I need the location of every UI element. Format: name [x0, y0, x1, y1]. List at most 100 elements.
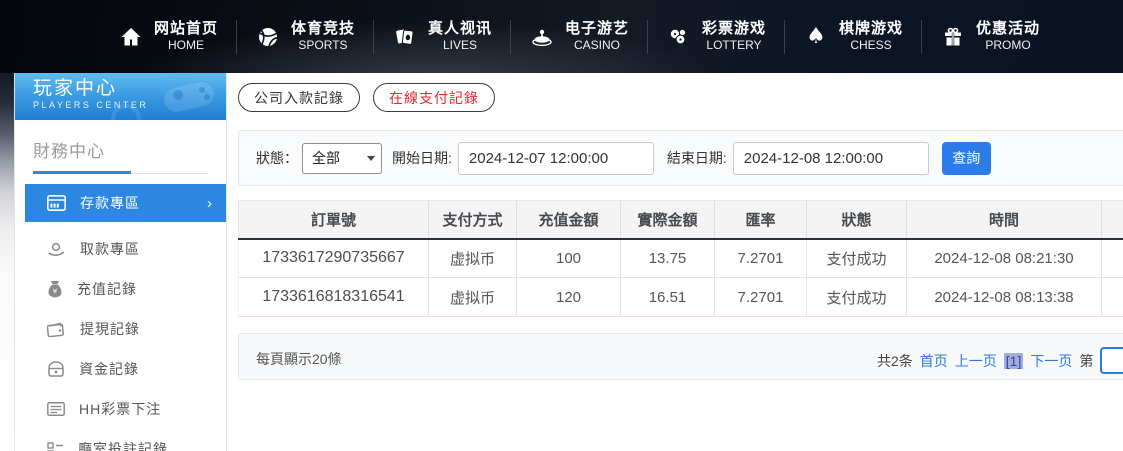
- start-date-label: 開始日期:: [392, 148, 452, 168]
- cell-exchange-rate: 7.2701: [715, 239, 807, 278]
- col-recharge-amount: 充值金額: [517, 201, 621, 239]
- cell-time: 2024-12-08 08:21:30: [907, 239, 1102, 278]
- nav-label-en: LOTTERY: [706, 38, 761, 53]
- status-select[interactable]: 全部: [302, 143, 382, 174]
- end-date-input[interactable]: [733, 142, 929, 175]
- goto-page-input[interactable]: [1100, 347, 1123, 374]
- tab-company-deposit-records[interactable]: 公司入款記錄: [238, 83, 360, 112]
- sports-ball-icon: [255, 24, 281, 50]
- search-button[interactable]: 查詢: [942, 142, 991, 175]
- nav-label-en: PROMO: [985, 38, 1030, 53]
- playing-cards-icon: [392, 24, 418, 50]
- current-page-link[interactable]: [1]: [1004, 353, 1024, 369]
- nav-item-sports[interactable]: 体育竞技SPORTS: [237, 0, 373, 73]
- status-label: 狀態：: [256, 148, 298, 168]
- goto-page-label: 第: [1079, 351, 1093, 371]
- sidebar-item-withdraw[interactable]: 取款專區: [15, 229, 226, 269]
- col-order-number: 訂單號: [239, 201, 429, 239]
- records-table-wrap: 訂單號 支付方式 充值金額 實際金額 匯率 狀態 時間 173361729073…: [238, 200, 1123, 317]
- pager: 共2条 首页 上一页 [1] 下一页 第: [877, 347, 1123, 374]
- page-size-text: 每頁顯示20條: [256, 349, 342, 369]
- cell-extra: [1102, 239, 1123, 278]
- sidebar-item-label: 提現記錄: [80, 319, 140, 339]
- sidebar-item-deposit[interactable]: 存款專區 ›: [25, 184, 226, 222]
- nav-item-lives[interactable]: 真人视讯LIVES: [374, 0, 510, 73]
- nav-divider: [236, 20, 237, 54]
- page: 网站首页HOME 体育竞技SPORTS 真人视讯LIVES 电子游艺CASINO: [0, 0, 1123, 451]
- cell-recharge-amount: 120: [517, 278, 621, 317]
- nav-divider: [647, 20, 648, 54]
- nav-label-zh: 优惠活动: [976, 20, 1040, 39]
- pagination-bar: 每頁顯示20條 共2条 首页 上一页 [1] 下一页 第: [238, 333, 1123, 380]
- cell-recharge-amount: 100: [517, 239, 621, 278]
- roulette-icon: [529, 24, 555, 50]
- record-tabs: 公司入款記錄 在線支付記錄: [238, 83, 495, 112]
- tab-online-payment-records[interactable]: 在線支付記錄: [373, 83, 495, 112]
- finance-section-title: 財務中心: [15, 120, 226, 162]
- total-count-text: 共2条: [877, 351, 913, 371]
- cell-exchange-rate: 7.2701: [715, 278, 807, 317]
- cell-extra: [1102, 278, 1123, 317]
- col-status: 狀態: [807, 201, 907, 239]
- section-divider: [33, 171, 208, 174]
- table-row: 1733617290735667 虚拟币 100 13.75 7.2701 支付…: [239, 239, 1123, 278]
- gamepad-icon: [158, 77, 220, 120]
- nav-label-en: HOME: [168, 38, 204, 53]
- sidebar-item-label: 資金記錄: [79, 359, 139, 379]
- col-time: 時間: [907, 201, 1102, 239]
- nav-divider: [921, 20, 922, 54]
- purse-icon: [47, 361, 65, 377]
- nav-divider: [784, 20, 785, 54]
- sidebar-header: 玩家中心 PLAYERS CENTER: [15, 73, 226, 120]
- cell-payment-method: 虚拟币: [429, 278, 517, 317]
- next-page-link[interactable]: 下一页: [1030, 351, 1072, 371]
- nav-item-casino[interactable]: 电子游艺CASINO: [511, 0, 647, 73]
- nav-item-lottery[interactable]: 彩票游戏LOTTERY: [648, 0, 784, 73]
- nav-label-en: CASINO: [574, 38, 620, 53]
- cell-actual-amount: 13.75: [621, 239, 715, 278]
- sidebar-item-label: 存款專區: [80, 193, 207, 213]
- cell-status: 支付成功: [807, 278, 907, 317]
- nav-label-zh: 网站首页: [154, 20, 218, 39]
- sidebar-item-withdrawal-records[interactable]: 提現記錄: [15, 309, 226, 349]
- nav-divider: [373, 20, 374, 54]
- nav-item-promo[interactable]: 优惠活动PROMO: [922, 0, 1058, 73]
- page-background-gutter: [0, 73, 14, 451]
- lottery-balls-icon: [666, 24, 692, 50]
- nav-item-home[interactable]: 网站首页HOME: [100, 0, 236, 73]
- nav-label-zh: 体育竞技: [291, 20, 355, 39]
- end-date-label: 結束日期:: [667, 148, 727, 168]
- sidebar-item-recharge-records[interactable]: ¥ 充值記錄: [15, 269, 226, 309]
- gift-icon: [940, 24, 966, 50]
- sidebar-item-fund-records[interactable]: 資金記錄: [15, 349, 226, 389]
- nav-item-chess[interactable]: ♠ 棋牌游戏CHESS: [785, 0, 921, 73]
- sidebar-item-hh-lottery-bets[interactable]: HH彩票下注: [15, 389, 226, 429]
- col-actual-amount: 實際金額: [621, 201, 715, 239]
- first-page-link[interactable]: 首页: [920, 351, 948, 371]
- wallet-icon: [47, 322, 66, 337]
- cell-payment-method: 虚拟币: [429, 239, 517, 278]
- cell-order-number: 1733616818316541: [239, 278, 429, 317]
- table-row: 1733616818316541 虚拟币 120 16.51 7.2701 支付…: [239, 278, 1123, 317]
- sidebar-item-hall-bet-records[interactable]: 廳室投註記錄: [15, 429, 226, 451]
- sidebar-item-label: 充值記錄: [77, 279, 137, 299]
- cell-time: 2024-12-08 08:13:38: [907, 278, 1102, 317]
- prev-page-link[interactable]: 上一页: [955, 351, 997, 371]
- cell-actual-amount: 16.51: [621, 278, 715, 317]
- svg-text:¥: ¥: [53, 288, 58, 296]
- nav-label-en: CHESS: [850, 38, 891, 53]
- start-date-input[interactable]: [458, 142, 654, 175]
- nav-label-zh: 真人视讯: [428, 20, 492, 39]
- ticket-list-icon: [47, 402, 65, 416]
- home-icon: [118, 24, 144, 50]
- table-header-row: 訂單號 支付方式 充值金額 實際金額 匯率 狀態 時間: [239, 201, 1123, 239]
- chevron-right-icon: ›: [207, 195, 212, 212]
- money-bag-icon: ¥: [47, 280, 63, 298]
- nav-label-zh: 电子游艺: [565, 20, 629, 39]
- nav-label-zh: 彩票游戏: [702, 20, 766, 39]
- sidebar-item-label: HH彩票下注: [79, 399, 161, 419]
- cell-order-number: 1733617290735667: [239, 239, 429, 278]
- filter-bar: 狀態： 全部 開始日期: 結束日期: 查詢: [238, 130, 1123, 186]
- deposit-card-icon: [47, 195, 66, 211]
- nav-label-en: SPORTS: [298, 38, 347, 53]
